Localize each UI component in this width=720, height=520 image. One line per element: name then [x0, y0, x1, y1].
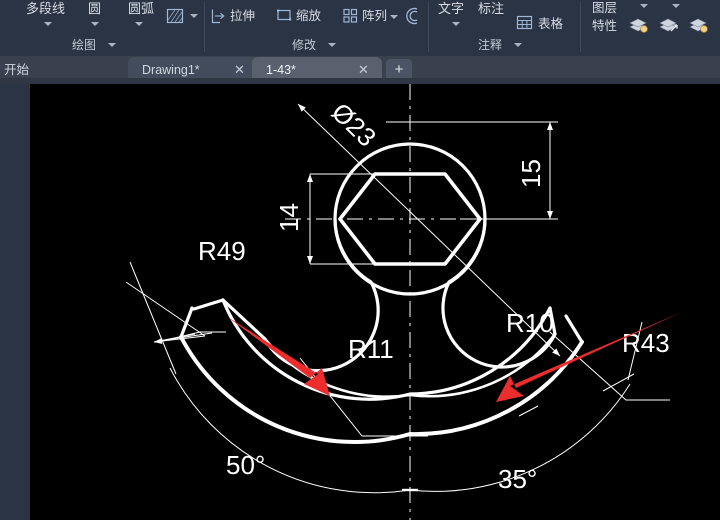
ribbon-command-properties-label: 特性 [592, 19, 618, 33]
layer-iso-icon[interactable] [658, 16, 682, 36]
panel-divider-modify [428, 2, 429, 52]
ribbon-command-arc[interactable]: 圆弧 [128, 2, 154, 16]
left-end-step-diag [221, 298, 267, 341]
ribbon-command-scale-label: 缩放 [296, 9, 322, 23]
new-tab-label: + [394, 61, 404, 78]
ribbon-command-layer-label: 图层 [592, 1, 618, 15]
ribbon-command-stretch-label: 拉伸 [230, 9, 256, 23]
ribbon-command-table[interactable]: 表格 [538, 17, 563, 31]
drawing-canvas[interactable]: Ø23 14 15 R49 R43 R11 R10 50° 35° [30, 84, 720, 520]
table-icon[interactable] [516, 15, 534, 31]
ribbon-command-scale[interactable]: 缩放 [296, 9, 321, 23]
hatch-chevron-down-icon[interactable] [190, 14, 198, 18]
outer-band-right-cap [564, 314, 584, 344]
arc-chevron-down-icon[interactable] [135, 22, 143, 26]
scale-icon[interactable] [276, 7, 294, 25]
ribbon-command-array[interactable]: 阵列 [362, 9, 387, 23]
dim-r43-tick [602, 373, 635, 392]
layer-freeze-icon[interactable] [688, 16, 712, 36]
ribbon-command-text[interactable]: 文字 [438, 2, 464, 16]
dim-text-14: 14 [274, 203, 304, 232]
hatch-icon[interactable] [166, 8, 186, 26]
ribbon-command-table-label: 表格 [538, 17, 564, 31]
panel-label-annotation[interactable]: 注释 [478, 36, 502, 53]
panel-divider-annotation [580, 2, 581, 52]
panel-label-annotation-text: 注释 [478, 38, 503, 52]
outer-band-left-cap-a [179, 306, 194, 339]
dimension-lines [125, 103, 670, 494]
ribbon-command-layer[interactable]: 图层 [592, 1, 617, 15]
panel-label-draw[interactable]: 绘图 [72, 36, 96, 53]
dim-text-r43: R43 [622, 328, 670, 358]
ribbon-command-stretch[interactable]: 拉伸 [230, 9, 255, 23]
layer-row-chevron-one-icon[interactable] [640, 4, 648, 8]
offset-icon[interactable] [402, 7, 422, 25]
circle-chevron-down-icon[interactable] [91, 22, 99, 26]
ribbon-command-text-label: 文字 [438, 1, 465, 16]
ribbon-command-array-label: 阵列 [362, 9, 388, 23]
ribbon-command-polyline[interactable]: 多段线 [26, 2, 65, 16]
left-end-step-upper [192, 298, 225, 311]
panel-label-draw-text: 绘图 [72, 38, 97, 52]
panel-label-modify[interactable]: 修改 [292, 36, 316, 53]
array-chevron-down-icon[interactable] [390, 15, 398, 19]
panel-modify-chevron-down-icon[interactable] [328, 43, 336, 47]
ribbon-command-circle-label: 圆 [88, 1, 102, 16]
panel-draw-chevron-down-icon[interactable] [108, 43, 116, 47]
ribbon-command-polyline-label: 多段线 [26, 1, 66, 16]
layer-row-chevron-two-icon[interactable] [672, 4, 680, 8]
dim-text-r10: R10 [506, 308, 554, 338]
right-fillet-and-upper-edge [441, 217, 557, 369]
ribbon-command-dimension-label: 标注 [478, 1, 505, 16]
dim-text-50deg: 50° [226, 450, 265, 480]
stretch-icon[interactable] [210, 7, 228, 25]
panel-divider-draw [204, 2, 205, 52]
layer-on-icon[interactable] [628, 16, 652, 36]
ribbon-toolbar: 多段线 圆 圆弧 拉伸 缩放 阵列 文字 标注 表格 图层 特性 绘图 修改 注… [0, 0, 720, 57]
ribbon-command-arc-label: 圆弧 [128, 1, 155, 16]
dim-angle-ext-left [129, 261, 177, 375]
left-gutter [0, 84, 30, 520]
dim-text-15: 15 [516, 159, 546, 188]
ribbon-command-dimension[interactable]: 标注 [478, 2, 504, 16]
center-lines [285, 84, 540, 520]
panel-annotation-chevron-down-icon[interactable] [514, 43, 522, 47]
panel-label-modify-text: 修改 [292, 38, 317, 52]
array-icon[interactable] [342, 7, 360, 25]
autocad-window: 多段线 圆 圆弧 拉伸 缩放 阵列 文字 标注 表格 图层 特性 绘图 修改 注… [0, 0, 720, 520]
ribbon-command-circle[interactable]: 圆 [88, 2, 101, 16]
dim-r10-leader [518, 405, 539, 417]
polyline-chevron-down-icon[interactable] [44, 22, 52, 26]
dim-text-35deg: 35° [498, 464, 537, 494]
dim-text-r49: R49 [198, 236, 246, 266]
text-chevron-down-icon[interactable] [452, 22, 460, 26]
dim-text-r11: R11 [348, 334, 394, 364]
dim-text-diameter: Ø23 [326, 97, 382, 153]
ribbon-command-properties[interactable]: 特性 [592, 19, 617, 33]
